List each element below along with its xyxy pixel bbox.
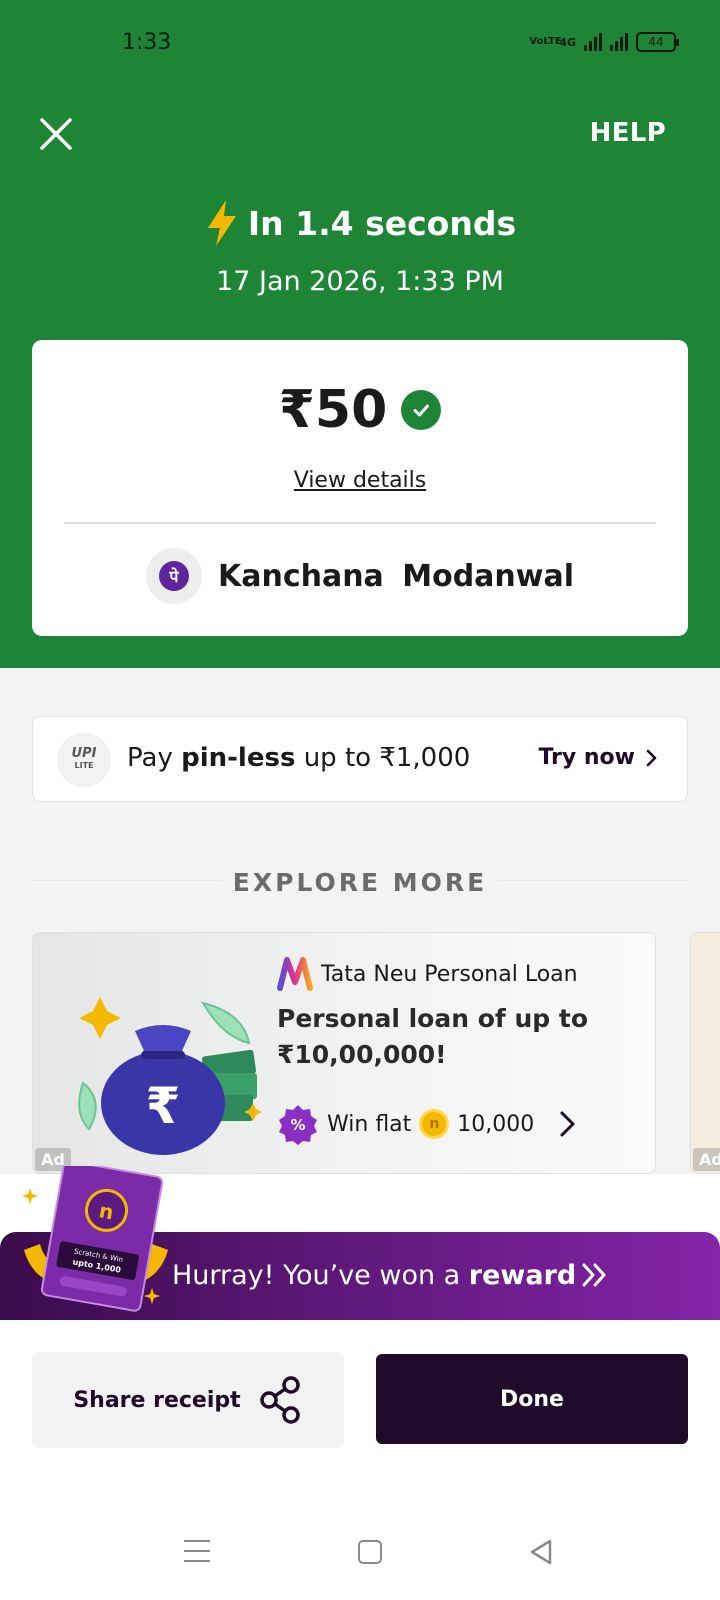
upi-lite-banner[interactable]: UPI LITE Pay pin-less up to ₹1,000 Try n… <box>32 716 688 802</box>
payee-row: पे Kanchana Modanwal <box>32 548 688 604</box>
chevron-right-icon <box>560 1111 575 1137</box>
svg-text:%: % <box>290 1116 305 1134</box>
chevron-right-icon <box>646 749 657 766</box>
ad-tag: Ad <box>693 1148 720 1171</box>
reward-text-pre: Hurray! You’ve won a <box>172 1260 469 1291</box>
signal-icon <box>584 33 602 51</box>
close-button[interactable] <box>36 114 76 154</box>
speed-indicator: In 1.4 seconds <box>0 198 720 248</box>
status-icons: VoLTE 4G 44 <box>529 32 679 52</box>
ad-brand-name: Tata Neu Personal Loan <box>321 961 578 987</box>
brand-row: Tata Neu Personal Loan <box>277 957 578 991</box>
explore-heading: EXPLORE MORE <box>0 868 720 897</box>
success-check-icon <box>401 390 442 430</box>
ad-card-personal-loan[interactable]: ₹ Tata Neu Personal Loan Personal loan o… <box>32 932 656 1174</box>
share-icon <box>259 1376 300 1424</box>
upi-lite-text: Pay pin-less up to ₹1,000 <box>127 743 470 773</box>
win-label: Win flat <box>327 1111 412 1137</box>
ad-card-next[interactable]: Ad <box>690 932 720 1174</box>
try-now-label: Try now <box>538 745 635 770</box>
view-details-link[interactable]: View details <box>32 468 688 493</box>
battery-level: 44 <box>648 35 664 49</box>
done-button[interactable]: Done <box>376 1354 688 1444</box>
money-bag-illustration: ₹ <box>78 997 262 1155</box>
help-button[interactable]: HELP <box>590 118 666 148</box>
share-receipt-button[interactable]: Share receipt <box>32 1352 344 1448</box>
lite-text-bold: pin-less <box>181 743 296 773</box>
nav-back-icon[interactable] <box>528 1538 554 1566</box>
share-receipt-label: Share receipt <box>73 1387 241 1413</box>
upi-logo-text: UPI <box>71 746 97 761</box>
ad-title: Personal loan of up to ₹10,00,000! <box>277 1004 588 1069</box>
amount-card: ₹50 View details पे Kanchana Modanwal <box>32 340 688 636</box>
win-row: % Win flat n 10,000 <box>277 1103 580 1145</box>
double-chevron-right-icon <box>582 1263 606 1287</box>
speed-text: In 1.4 seconds <box>247 203 517 243</box>
nav-menu-icon[interactable] <box>184 1540 210 1562</box>
win-amount: 10,000 <box>457 1111 535 1137</box>
net-type-label: 4G <box>559 35 576 49</box>
lite-text-pre: Pay <box>127 743 182 773</box>
lite-text-post: up to ₹1,000 <box>295 743 471 773</box>
volte-icon: VoLTE <box>529 36 562 47</box>
status-time: 1:33 <box>122 30 172 55</box>
try-now-button[interactable]: Try now <box>538 745 659 770</box>
nav-home-icon[interactable] <box>358 1540 382 1564</box>
amount-row: ₹50 <box>32 380 688 440</box>
reward-text-bold: reward <box>468 1260 577 1291</box>
coin-icon: n <box>419 1109 450 1139</box>
signal-icon-2 <box>610 33 628 51</box>
divider <box>64 522 656 524</box>
lite-logo-text: LITE <box>74 761 94 770</box>
amount-value: ₹50 <box>278 380 388 440</box>
phonepe-logo-icon: पे <box>145 548 202 604</box>
upi-lite-logo-icon: UPI LITE <box>57 733 111 787</box>
transaction-datetime: 17 Jan 2026, 1:33 PM <box>216 266 504 297</box>
lightning-icon <box>207 200 236 246</box>
payee-name: Kanchana Modanwal <box>217 558 575 594</box>
close-icon <box>40 118 72 150</box>
battery-icon: 44 <box>636 32 679 52</box>
tata-neu-logo-icon <box>277 957 313 991</box>
discount-badge-icon: % <box>279 1105 317 1145</box>
explore-heading-text: EXPLORE MORE <box>222 868 498 897</box>
svg-text:₹: ₹ <box>146 1077 181 1135</box>
reward-text: Hurray! You’ve won a reward <box>172 1260 576 1291</box>
reward-card-icon: n Scratch & Win upto 1,000 <box>22 1166 168 1312</box>
